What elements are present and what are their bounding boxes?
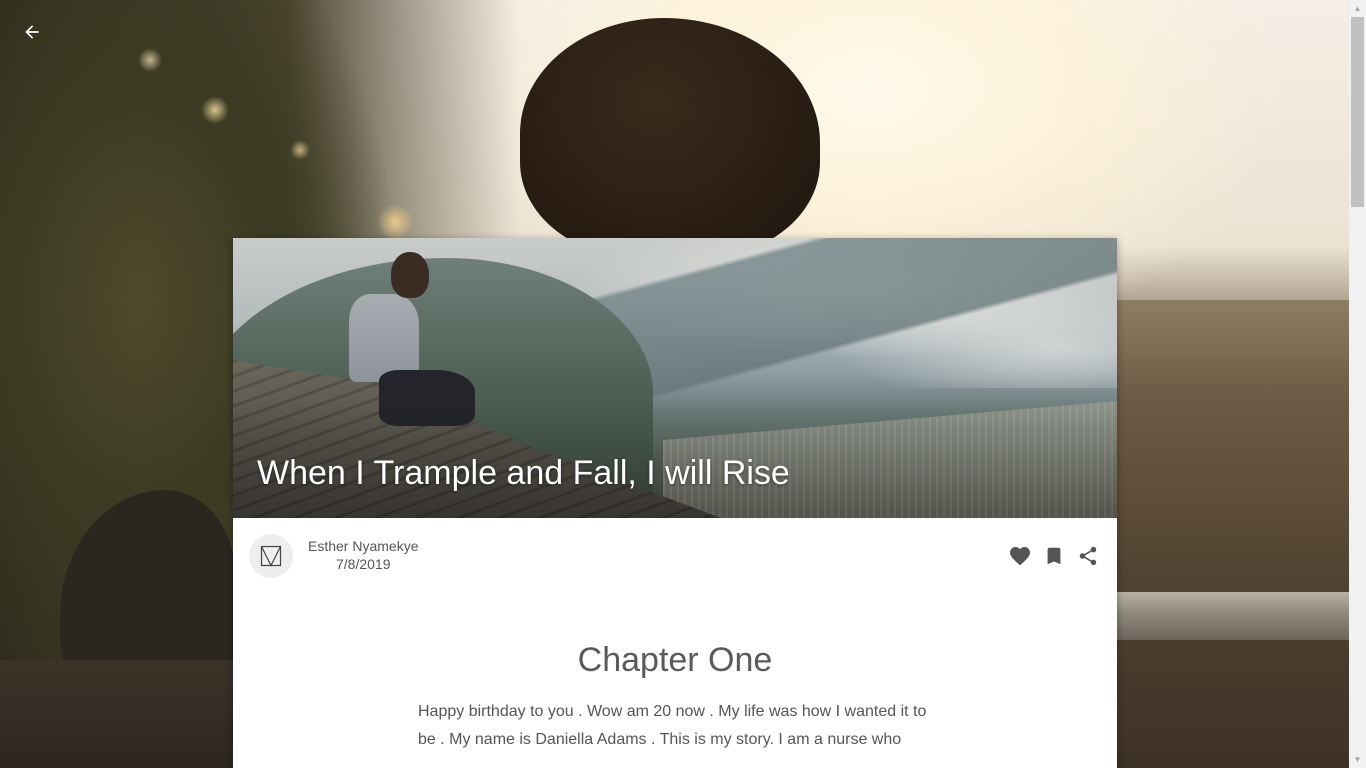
background-wall — [0, 660, 233, 768]
like-button[interactable] — [1007, 543, 1033, 569]
back-button[interactable] — [16, 16, 48, 48]
heart-icon — [1010, 547, 1030, 566]
arrow-left-icon — [25, 25, 39, 39]
bookmark-button[interactable] — [1041, 543, 1067, 569]
scroll-up-arrow-icon[interactable]: ▲ — [1349, 0, 1366, 17]
background-ridge — [1117, 300, 1349, 768]
author-logo-icon — [260, 545, 282, 567]
scroll-thumb[interactable] — [1351, 17, 1364, 207]
post-date: 7/8/2019 — [335, 556, 391, 572]
scroll-down-arrow-icon[interactable]: ▼ — [1349, 751, 1366, 768]
chapter-title: Chapter One — [577, 641, 773, 679]
story-title: When I Trample and Fall, I will Rise — [257, 454, 790, 492]
story-actions — [1007, 542, 1101, 570]
author-avatar[interactable] — [249, 534, 293, 578]
author-info: Esther Nyamekye 7/8/2019 — [308, 538, 418, 573]
cover-image: When I Trample and Fall, I will Rise — [233, 238, 1117, 518]
author-name[interactable]: Esther Nyamekye — [308, 538, 418, 555]
share-button[interactable] — [1075, 543, 1101, 569]
background-person-head — [520, 18, 820, 258]
vertical-scrollbar[interactable]: ▲ ▼ — [1349, 0, 1366, 768]
share-icon — [1079, 546, 1097, 566]
chapter-text: Happy birthday to you . Wow am 20 now . … — [418, 703, 927, 748]
bookmark-icon — [1047, 547, 1061, 565]
background-rail — [1117, 592, 1349, 640]
chapter-content: Chapter One Happy birthday to you . Wow … — [418, 640, 932, 754]
story-meta: Esther Nyamekye 7/8/2019 — [233, 518, 1117, 598]
